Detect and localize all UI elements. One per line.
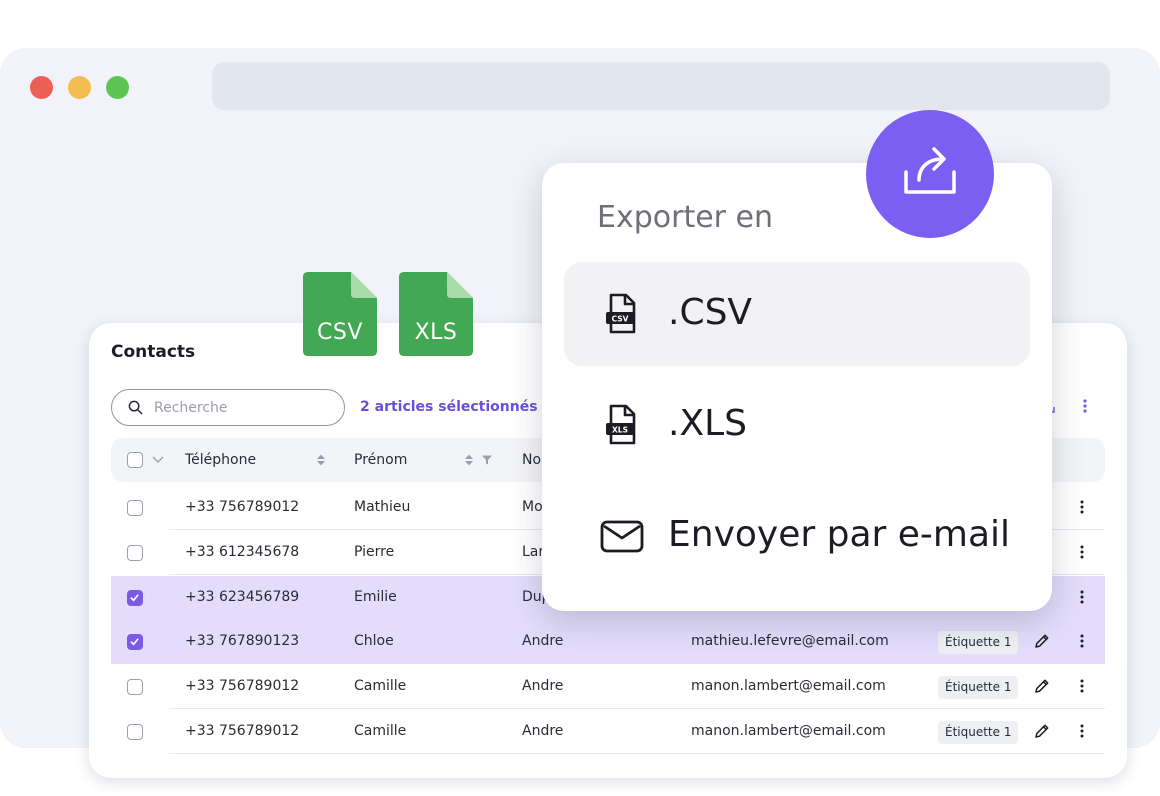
xls-file-badge: XLS [399, 272, 473, 356]
xls-badge-label: XLS [414, 320, 458, 345]
row-checkbox[interactable] [127, 590, 143, 606]
cell-firstname: Camille [354, 678, 407, 694]
search-icon [128, 400, 143, 415]
row-checkbox[interactable] [127, 500, 143, 516]
send-email-option[interactable]: Envoyer par e-mail [564, 484, 1030, 588]
svg-text:XLS: XLS [612, 426, 628, 435]
cell-phone: +33 756789012 [185, 723, 300, 739]
pencil-icon[interactable] [1033, 722, 1051, 740]
row-more-icon[interactable] [1074, 723, 1090, 739]
row-checkbox[interactable] [127, 634, 143, 650]
csv-file-badge: CSV [303, 272, 377, 356]
search-input[interactable]: Recherche [111, 389, 345, 426]
more-options-icon[interactable] [1077, 398, 1093, 414]
export-button[interactable] [866, 110, 994, 238]
sort-icon[interactable] [463, 453, 475, 467]
cell-phone: +33 767890123 [185, 633, 300, 649]
row-checkbox[interactable] [127, 545, 143, 561]
cell-email: manon.lambert@email.com [691, 723, 886, 739]
row-checkbox[interactable] [127, 679, 143, 695]
cell-phone: +33 612345678 [185, 544, 300, 560]
close-dot[interactable] [30, 76, 53, 99]
cell-firstname: Pierre [354, 544, 395, 560]
cell-email: mathieu.lefevre@email.com [691, 633, 889, 649]
csv-file-icon: CSV [606, 293, 636, 334]
tag-badge: Étiquette 1 [938, 676, 1019, 699]
cell-email: manon.lambert@email.com [691, 678, 886, 694]
chevron-down-icon[interactable] [151, 452, 165, 466]
cell-lastname: Andre [522, 633, 564, 649]
row-more-icon[interactable] [1074, 544, 1090, 560]
cell-lastname: Andre [522, 678, 564, 694]
table-row[interactable]: +33 756789012 Camille Andre manon.lamber… [111, 710, 1105, 754]
row-more-icon[interactable] [1074, 633, 1090, 649]
row-more-icon[interactable] [1074, 499, 1090, 515]
table-row[interactable]: +33 756789012 Camille Andre manon.lamber… [111, 665, 1105, 709]
stage: Contacts Recherche 2 articles sélectionn… [0, 0, 1160, 796]
pencil-icon[interactable] [1033, 632, 1051, 650]
cell-phone: +33 756789012 [185, 499, 300, 515]
tag-badge: Étiquette 1 [938, 721, 1019, 744]
share-export-icon [904, 147, 956, 194]
cell-lastname: Lar [522, 544, 545, 560]
minimize-dot[interactable] [68, 76, 91, 99]
pencil-icon[interactable] [1033, 677, 1051, 695]
cell-phone: +33 623456789 [185, 589, 300, 605]
svg-text:CSV: CSV [612, 315, 629, 324]
cell-lastname: Mo [522, 499, 543, 515]
selection-count: 2 articles sélectionnés [360, 399, 538, 415]
maximize-dot[interactable] [106, 76, 129, 99]
cell-firstname: Chloe [354, 633, 394, 649]
tag-badge: Étiquette 1 [938, 631, 1019, 654]
export-xls-option[interactable]: XLS .XLS [564, 373, 1030, 477]
export-menu: Exporter en CSV .CSV XLS .XLS Envoyer pa… [542, 163, 1052, 611]
page-title: Contacts [111, 342, 196, 362]
cell-firstname: Camille [354, 723, 407, 739]
cell-firstname: Mathieu [354, 499, 411, 515]
cell-phone: +33 756789012 [185, 678, 300, 694]
export-csv-option[interactable]: CSV .CSV [564, 262, 1030, 366]
cell-lastname: Andre [522, 723, 564, 739]
row-more-icon[interactable] [1074, 589, 1090, 605]
address-bar[interactable] [212, 62, 1110, 110]
csv-badge-label: CSV [317, 320, 363, 345]
xls-file-icon: XLS [606, 404, 636, 445]
row-divider [169, 753, 1105, 754]
row-divider [169, 708, 1105, 709]
column-phone[interactable]: Téléphone [185, 452, 256, 468]
export-menu-title: Exporter en [597, 200, 774, 235]
filter-icon[interactable] [481, 454, 493, 466]
column-firstname[interactable]: Prénom [354, 452, 407, 468]
row-more-icon[interactable] [1074, 678, 1090, 694]
cell-firstname: Emilie [354, 589, 397, 605]
search-placeholder: Recherche [154, 399, 228, 416]
export-csv-label: .CSV [668, 292, 753, 333]
export-xls-label: .XLS [668, 403, 748, 444]
send-email-label: Envoyer par e-mail [668, 514, 1011, 555]
row-checkbox[interactable] [127, 724, 143, 740]
column-lastname[interactable]: No [522, 452, 541, 468]
mail-icon [600, 520, 644, 553]
sort-icon[interactable] [315, 453, 327, 467]
select-all-checkbox[interactable] [127, 452, 143, 468]
table-row[interactable]: +33 767890123 Chloe Andre mathieu.lefevr… [111, 620, 1105, 664]
